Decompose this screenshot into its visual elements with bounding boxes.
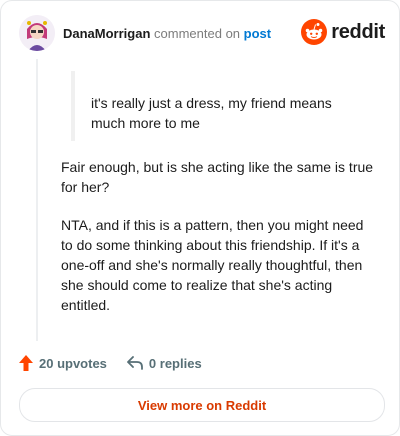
post-link[interactable]: post xyxy=(244,26,271,41)
brand-wordmark: reddit xyxy=(331,20,385,43)
reply-arrow-icon xyxy=(127,356,143,370)
replies-stat[interactable]: 0 replies xyxy=(127,356,202,371)
reddit-embed-card: DanaMorrigan commented on post reddit it… xyxy=(0,0,400,436)
upvote-arrow-icon xyxy=(19,355,33,371)
quote-text: it's really just a dress, my friend mean… xyxy=(91,95,332,131)
comment-paragraph: NTA, and if this is a pattern, then you … xyxy=(61,217,364,313)
upvotes-label: 20 upvotes xyxy=(39,355,107,371)
upvotes-stat[interactable]: 20 upvotes xyxy=(19,355,107,371)
reddit-logo[interactable]: reddit xyxy=(301,19,385,45)
action-text: commented on xyxy=(154,26,241,41)
reddit-snoo-icon xyxy=(301,19,328,45)
view-more-button[interactable]: View more on Reddit xyxy=(19,388,385,422)
comment-footer: 20 upvotes 0 replies xyxy=(19,351,202,375)
comment-header: DanaMorrigan commented on post reddit xyxy=(19,15,385,53)
comment-meta: DanaMorrigan commented on post xyxy=(63,26,271,41)
avatar-icon xyxy=(19,15,55,51)
user-avatar[interactable] xyxy=(19,15,55,51)
replies-label: 0 replies xyxy=(148,355,202,371)
quote-bar xyxy=(71,71,75,141)
comment-paragraph: Fair enough, but is she acting like the … xyxy=(61,159,374,195)
thread-line xyxy=(36,59,38,341)
username-link[interactable]: DanaMorrigan xyxy=(63,26,150,41)
quoted-text-block: it's really just a dress, my friend mean… xyxy=(71,71,371,141)
